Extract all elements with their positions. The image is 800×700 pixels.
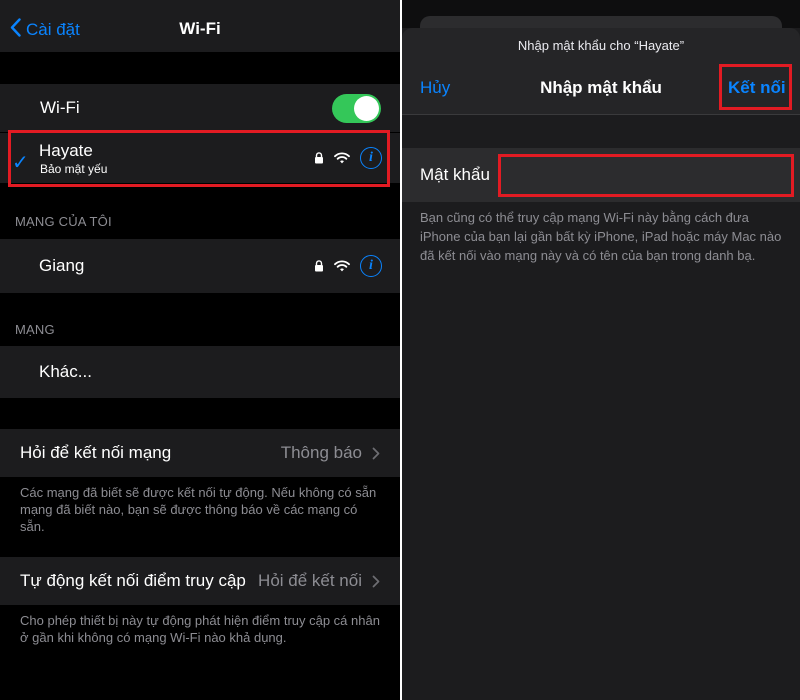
network-status-icons: i — [314, 255, 382, 277]
auto-join-hotspot-value: Hỏi để kết nối — [258, 571, 380, 591]
network-row[interactable]: Giang i — [0, 239, 400, 293]
auto-join-hotspot-value-text: Hỏi để kết nối — [258, 571, 362, 590]
wifi-icon — [334, 260, 350, 272]
password-note: Bạn cũng có thể truy cập mạng Wi-Fi này … — [420, 210, 782, 263]
ask-to-join-row[interactable]: Hỏi để kết nối mạng Thông báo — [0, 429, 400, 477]
section-header-networks: MẠNG — [15, 322, 55, 337]
auto-join-hotspot-footer: Cho phép thiết bị này tự động phát hiện … — [20, 613, 380, 645]
toggle-knob — [354, 96, 379, 121]
chevron-right-icon — [372, 447, 380, 460]
wifi-toggle-label: Wi-Fi — [40, 98, 80, 117]
wifi-settings-screen: Cài đặt Wi-Fi Wi-Fi ✓ Hayate Bảo mật yếu… — [0, 0, 400, 700]
highlight-box — [719, 64, 792, 110]
divider — [402, 114, 800, 115]
other-network-row[interactable]: Khác... — [0, 346, 400, 398]
password-prompt: Nhập mật khẩu cho “Hayate” — [517, 38, 685, 53]
password-label: Mật khẩu — [420, 165, 490, 184]
lock-icon — [314, 260, 324, 272]
highlight-box — [498, 154, 794, 197]
chevron-right-icon — [372, 575, 380, 588]
wifi-toggle-row: Wi-Fi — [0, 84, 400, 132]
nav-bar: Cài đặt Wi-Fi — [0, 0, 400, 52]
ask-to-join-footer: Các mạng đã biết sẽ được kết nối tự động… — [20, 485, 377, 534]
ask-to-join-value: Thông báo — [281, 443, 380, 463]
ask-to-join-label: Hỏi để kết nối mạng — [20, 443, 172, 462]
section-header-my-networks: MẠNG CỦA TÔI — [15, 214, 112, 229]
auto-join-hotspot-row[interactable]: Tự động kết nối điểm truy cập Hỏi để kết… — [0, 557, 400, 605]
ask-to-join-value-text: Thông báo — [280, 443, 362, 462]
page-title: Wi-Fi — [179, 19, 221, 38]
highlight-box — [8, 130, 390, 187]
auto-join-hotspot-label: Tự động kết nối điểm truy cập — [20, 571, 246, 590]
password-sheet-screen: Nhập mật khẩu cho “Hayate” Hủy Nhập mật … — [402, 0, 800, 700]
network-name: Giang — [39, 256, 85, 275]
wifi-toggle[interactable] — [332, 94, 381, 123]
password-sheet: Nhập mật khẩu cho “Hayate” Hủy Nhập mật … — [402, 28, 800, 700]
info-icon[interactable]: i — [360, 255, 382, 277]
other-network-label: Khác... — [39, 362, 92, 381]
